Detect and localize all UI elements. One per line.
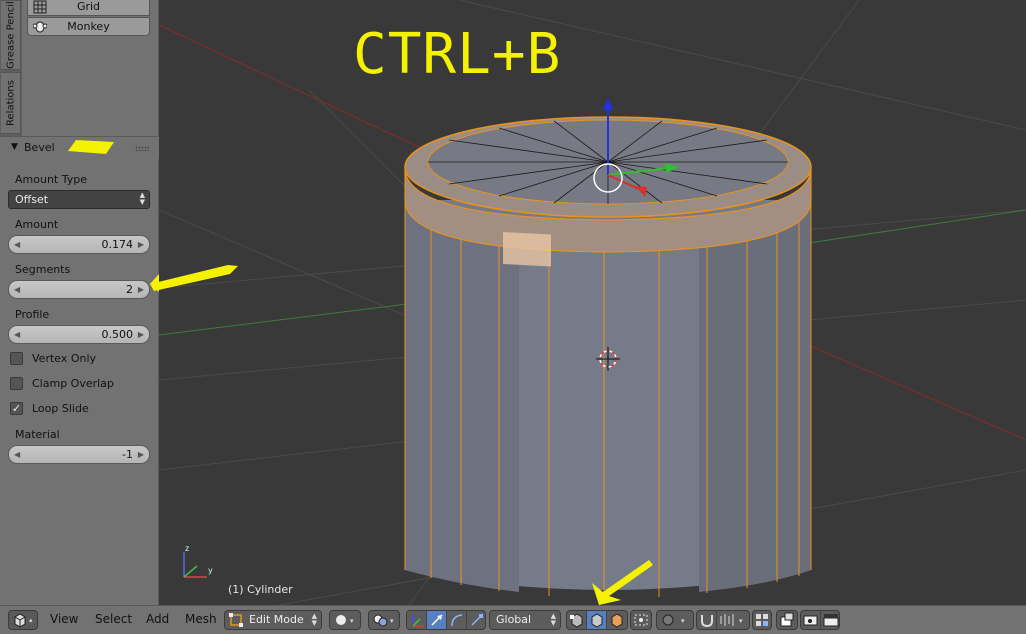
menu-view[interactable]: View: [50, 612, 78, 626]
add-monkey-button[interactable]: Monkey: [27, 17, 150, 36]
transform-orientation-dropdown[interactable]: Global ▲ ▼: [489, 610, 561, 630]
amount-type-dropdown[interactable]: Offset ▲ ▼: [8, 190, 150, 209]
decrement-arrow-icon[interactable]: ◀: [14, 236, 20, 253]
proportional-edit-icon: ▾: [662, 614, 685, 626]
material-label: Material: [15, 428, 60, 441]
manipulator-group: [406, 610, 486, 630]
svg-text:▾: ▾: [739, 617, 743, 625]
active-object-label: (1) Cylinder: [228, 583, 293, 596]
scale-manipulator-toggle[interactable]: [467, 611, 487, 629]
increment-arrow-icon[interactable]: ▶: [138, 326, 144, 343]
snap-target-icon: [756, 614, 768, 626]
toolshelf-tab-strip: Grease Pencil Relations: [0, 0, 22, 136]
proportional-editing-dropdown[interactable]: ▾: [656, 610, 694, 630]
manipulator-toggle[interactable]: [407, 611, 427, 629]
view-axis-gizmo: z y: [183, 544, 213, 578]
snap-increment-icon: ▾: [720, 614, 743, 626]
editor-type-button[interactable]: ▴: [8, 610, 38, 630]
menu-add[interactable]: Add: [146, 612, 169, 626]
decrement-arrow-icon[interactable]: ◀: [14, 281, 20, 298]
pivot-icon: ▾: [373, 614, 394, 627]
amount-label: Amount: [15, 218, 59, 231]
camera-icon: [803, 615, 818, 626]
opengl-animation-button[interactable]: [821, 611, 841, 629]
svg-text:y: y: [208, 566, 213, 575]
viewport-shading-dropdown[interactable]: ▾: [329, 610, 361, 630]
increment-arrow-icon[interactable]: ▶: [138, 281, 144, 298]
edge-select-icon: [591, 613, 603, 628]
amount-field[interactable]: ◀ 0.174 ▶: [8, 235, 150, 254]
face-select-icon: [611, 613, 623, 628]
dropdown-arrows-icon: ▲ ▼: [311, 612, 317, 627]
overlay-toggle[interactable]: [776, 610, 798, 630]
rotate-manipulator-toggle[interactable]: [447, 611, 467, 629]
amount-type-label: Amount Type: [15, 173, 87, 186]
vertex-select-icon: [570, 613, 583, 628]
svg-text:z: z: [185, 544, 189, 553]
x-axis-line-far: [773, 329, 1026, 441]
svg-text:▴: ▴: [29, 616, 33, 624]
y-axis-line: [159, 299, 440, 336]
shortcut-overlay-text: CTRL+B: [353, 22, 562, 87]
annotation-mark-icon: [68, 140, 114, 154]
segments-field[interactable]: ◀ 2 ▶: [8, 280, 150, 299]
increment-arrow-icon[interactable]: ▶: [138, 446, 144, 463]
tab-grease-pencil[interactable]: Grease Pencil: [1, 0, 21, 70]
manipulator-icon: [412, 614, 423, 627]
rotate-arc-icon: [451, 614, 463, 627]
svg-text:▾: ▾: [681, 617, 685, 625]
render-group: [800, 610, 840, 630]
limit-selection-icon: [634, 614, 648, 626]
tab-relations[interactable]: Relations: [1, 72, 21, 134]
clapperboard-icon: [823, 614, 839, 627]
snapping-group: ▾: [696, 610, 750, 630]
vertex-select-button[interactable]: [567, 611, 587, 629]
limit-selection-toggle[interactable]: [630, 610, 652, 630]
dropdown-arrows-icon: ▲ ▼: [550, 612, 556, 627]
interaction-mode-dropdown[interactable]: Edit Mode ▲ ▼: [224, 610, 322, 630]
cube-icon: ▴: [14, 613, 33, 628]
svg-text:▾: ▾: [390, 617, 394, 625]
decrement-arrow-icon[interactable]: ◀: [14, 326, 20, 343]
solid-shading-icon: ▾: [336, 615, 354, 625]
pivot-point-dropdown[interactable]: ▾: [368, 610, 400, 630]
snap-target-button[interactable]: [752, 610, 772, 630]
menu-select[interactable]: Select: [95, 612, 132, 626]
profile-field[interactable]: ◀ 0.500 ▶: [8, 325, 150, 344]
grid-icon: [33, 0, 47, 14]
overlay-icon: [780, 612, 794, 627]
monkey-icon: [33, 21, 47, 33]
translate-manipulator-toggle[interactable]: [427, 611, 447, 629]
collapse-triangle-icon[interactable]: ▼: [11, 142, 18, 152]
edge-select-button[interactable]: [587, 611, 607, 629]
edit-mode-icon: [229, 613, 243, 627]
decrement-arrow-icon[interactable]: ◀: [14, 446, 20, 463]
scale-icon: [471, 614, 483, 626]
panel-drag-grip-icon[interactable]: [135, 146, 149, 151]
3d-viewport[interactable]: z y CTRL+B (1) Cylinder: [159, 0, 1026, 605]
checkbox-box[interactable]: [10, 352, 23, 365]
viewport-scene: z y: [159, 0, 1026, 605]
dropdown-arrows-icon: ▲ ▼: [139, 191, 145, 206]
tool-shelf: Grease Pencil Relations Grid Monkey ▼ Be…: [0, 0, 159, 605]
svg-text:▾: ▾: [350, 617, 354, 625]
menu-mesh[interactable]: Mesh: [185, 612, 217, 626]
viewport-header: ▴ View Select Add Mesh Edit Mode ▲▼ ▾ ▾: [0, 605, 1026, 634]
material-field[interactable]: ◀ -1 ▶: [8, 445, 150, 464]
bevel-panel-title: Bevel: [24, 141, 55, 154]
snap-element-dropdown[interactable]: ▾: [717, 611, 751, 629]
profile-label: Profile: [15, 308, 50, 321]
opengl-render-button[interactable]: [801, 611, 821, 629]
segments-label: Segments: [15, 263, 71, 276]
checkmark-icon[interactable]: ✓: [10, 402, 23, 415]
annotation-stroke-icon: [150, 265, 238, 291]
arrow-icon: [431, 614, 443, 626]
magnet-icon: [701, 615, 713, 628]
face-select-button[interactable]: [607, 611, 627, 629]
increment-arrow-icon[interactable]: ▶: [138, 236, 144, 253]
snap-toggle[interactable]: [697, 611, 717, 629]
add-grid-button[interactable]: Grid: [27, 0, 150, 16]
checkbox-box[interactable]: [10, 377, 23, 390]
select-mode-group: [566, 610, 628, 630]
